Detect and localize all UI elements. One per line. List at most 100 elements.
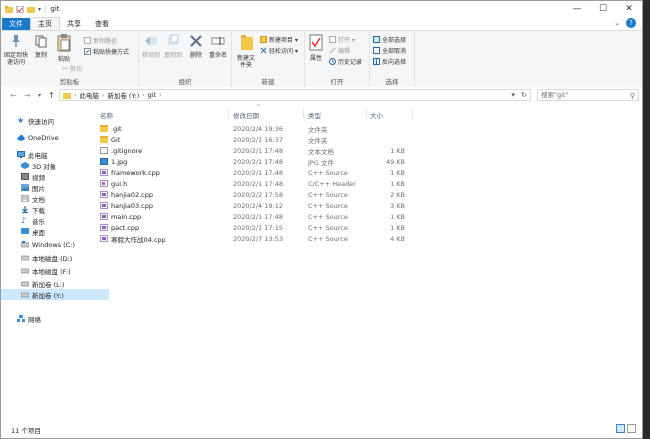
new-item-icon [260,36,267,43]
file-size: 1 KB [390,179,405,188]
address-dropdown-icon[interactable]: ▾ [511,91,515,99]
tab-share[interactable]: 共享 [60,18,88,30]
move-to-button[interactable]: 移动到 [141,34,161,59]
sidebar-item-this-pc[interactable]: 此电脑 [1,149,105,160]
details-view-icon[interactable] [616,424,625,433]
breadcrumb: › 此电脑 › 新加卷 (Y:) › git › [60,90,162,100]
easy-access-label: 轻松访问 ▾ [269,48,298,55]
column-divider[interactable] [412,108,413,118]
copy-path-button[interactable]: 复制路径 [84,36,117,45]
new-folder-icon [241,35,253,50]
large-icons-view-icon[interactable] [627,424,636,433]
file-row[interactable]: gui.h 2020/2/1 17:48 C/C++ Header 1 KB [94,178,424,189]
address-bar[interactable]: › 此电脑 › 新加卷 (Y:) › git › ▾ ↻ [59,89,531,101]
properties-button[interactable]: 属性 [308,34,324,62]
breadcrumb-drive-y[interactable]: 新加卷 (Y:) [107,90,139,100]
recent-locations-button[interactable]: ▾ [38,92,41,99]
column-header-name[interactable]: 名称 [100,110,113,120]
file-date: 2020/2/4 19:36 [233,124,283,133]
customize-toolbar-chevron-icon[interactable]: ▾ [38,6,41,13]
file-name: 1.jpg [111,157,128,166]
delete-button[interactable]: 删除 [188,34,204,59]
select-none-button[interactable]: 全部取消 [373,46,406,55]
file-row[interactable]: hanjia02.cpp 2020/2/2 17:58 C++ Source 2… [94,189,424,200]
history-button[interactable]: 历史记录 [329,57,362,66]
forward-button[interactable]: → [24,91,31,100]
pin-quick-access-button[interactable]: 固定到快速访问 [4,34,28,66]
minimize-button[interactable]: — [564,1,590,17]
column-divider[interactable] [303,108,304,118]
new-folder-icon[interactable] [27,6,35,13]
file-row[interactable]: hanjia03.cpp 2020/2/4 19:12 C++ Source 3… [94,200,424,211]
sidebar-item-documents[interactable]: 文档 [1,193,109,204]
tab-file[interactable]: 文件 [2,18,30,30]
paste-shortcut-button[interactable]: 粘贴快捷方式 [84,47,129,56]
sidebar-item-drive-y[interactable]: 新加卷 (Y:) [1,289,109,300]
rename-button[interactable]: 重命名 [208,34,228,59]
sidebar-item-drive-l[interactable]: 新加卷 (L:) [1,278,109,289]
file-row[interactable]: main.cpp 2020/2/1 17:48 C++ Source 1 KB [94,211,424,222]
sidebar-item-pictures[interactable]: 图片 [1,182,109,193]
column-divider[interactable] [366,108,367,118]
sidebar-item-desktop[interactable]: 桌面 [1,226,109,237]
open-button[interactable]: 打开 ▾ [329,35,355,44]
sidebar-item-drive-f[interactable]: 本地磁盘 (F:) [1,265,109,276]
sidebar-item-quick-access[interactable]: ★ 快速访问 [1,115,105,126]
window-controls: — ☐ ✕ [564,1,642,17]
edit-button[interactable]: 编辑 [329,46,350,55]
search-input[interactable]: 搜索"git" ⚲ [537,89,639,101]
sidebar-item-label: 文档 [32,195,45,204]
properties-icon[interactable] [16,5,24,13]
sidebar-item-onedrive[interactable]: OneDrive [1,132,105,143]
file-row[interactable]: framework.cpp 2020/2/1 17:48 C++ Source … [94,167,424,178]
file-row[interactable]: 寒假大作战04.cpp 2020/2/7 13:53 C++ Source 4 … [94,233,424,244]
pin-label: 固定到快速访问 [4,52,29,66]
tab-view[interactable]: 查看 [88,18,116,30]
back-button[interactable]: ← [10,91,17,100]
sidebar-item-3d-objects[interactable]: 3D 对象 [1,160,109,171]
file-row[interactable]: .gitignore 2020/2/1 17:48 文本文档 1 KB [94,145,424,156]
file-row[interactable]: Git 2020/2/1 16:37 文件夹 [94,134,424,145]
sidebar-item-videos[interactable]: 视频 [1,171,109,182]
sidebar-item-drive-d[interactable]: 本地磁盘 (D:) [1,252,109,263]
cut-button[interactable]: ✂ 剪切 [62,64,82,74]
file-row[interactable]: 1.jpg 2020/2/1 17:48 JPG 文件 49 KB [94,156,424,167]
easy-access-button[interactable]: 轻松访问 ▾ [260,46,298,55]
select-all-button[interactable]: 全部选择 [373,35,406,44]
file-row[interactable]: pact.cpp 2020/2/1 17:15 C++ Source 1 KB [94,222,424,233]
sidebar-item-network[interactable]: 网络 [1,313,105,324]
file-size: 4 KB [390,234,405,243]
copy-to-button[interactable]: 复制到 [163,34,183,59]
collapse-ribbon-icon[interactable]: ⌄ [614,19,620,27]
invert-selection-button[interactable]: 反向选择 [373,57,406,66]
sidebar-item-downloads[interactable]: 下载 [1,204,109,215]
tab-home[interactable]: 主页 [30,17,60,30]
sidebar-item-label: 图片 [32,184,45,193]
column-divider[interactable] [228,108,229,118]
header-file-icon [100,180,108,187]
copy-button[interactable]: 复制 [33,34,49,59]
breadcrumb-separator: › [142,91,145,99]
file-row[interactable]: .git 2020/2/4 19:36 文件夹 [94,123,424,134]
cube-icon [21,162,29,169]
breadcrumb-this-pc[interactable]: 此电脑 [79,90,99,100]
close-button[interactable]: ✕ [616,1,642,17]
column-header-type[interactable]: 类型 [308,110,321,120]
breadcrumb-git[interactable]: git [148,91,156,99]
new-item-button[interactable]: 新建项目 ▾ [260,35,298,44]
edit-icon [329,47,336,54]
sidebar-item-music[interactable]: ♪ 音乐 [1,215,109,226]
refresh-icon[interactable]: ↻ [521,91,527,99]
sidebar-item-label: 网络 [28,315,41,324]
up-button[interactable]: ↑ [48,91,55,100]
file-size: 3 KB [390,201,405,210]
paste-shortcut-icon [84,48,91,55]
column-header-size[interactable]: 大小 [370,110,383,120]
column-header-date[interactable]: 修改日期 [233,110,259,120]
file-type: 文本文档 [308,147,334,156]
sidebar-item-drive-c[interactable]: Windows (C:) [1,239,109,250]
paste-button[interactable]: 粘贴 [56,34,72,63]
maximize-button[interactable]: ☐ [590,1,616,17]
help-icon[interactable]: ? [626,18,636,28]
new-folder-button[interactable]: 新建文件夹 [235,34,259,69]
